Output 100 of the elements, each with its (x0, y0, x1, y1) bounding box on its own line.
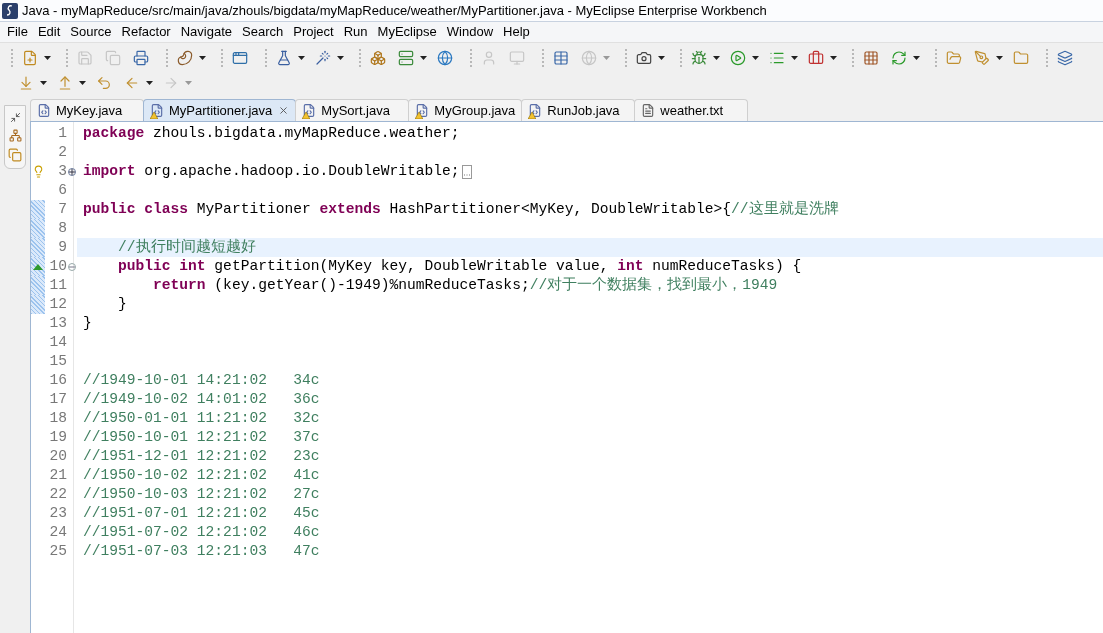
java-file-icon (302, 102, 317, 118)
code-line: //1951-12-01 12:21:02 23c (83, 447, 320, 466)
hierarchy-icon[interactable] (8, 129, 22, 142)
flask-icon (276, 49, 292, 66)
code-line: //1950-01-01 11:21:02 32c (83, 409, 320, 428)
package-explorer-icon[interactable] (8, 148, 22, 162)
expand-fold-button[interactable] (68, 167, 76, 176)
caret-icon (185, 80, 192, 85)
menu-item[interactable]: Run (338, 22, 373, 42)
play-icon (730, 49, 746, 66)
line-number: 18 (49, 409, 67, 428)
server-icon (398, 49, 414, 66)
line-number: 3 (58, 162, 67, 181)
printer-icon (133, 49, 149, 66)
code-line: //1949-10-02 14:01:02 36c (83, 390, 320, 409)
caret-icon (79, 80, 86, 85)
floppy-disks-icon (105, 49, 121, 66)
report-icon (553, 49, 569, 66)
line-number: 17 (49, 390, 67, 409)
code-line: //1951-07-01 12:21:02 45c (83, 504, 320, 523)
bug-icon (691, 49, 707, 66)
close-icon[interactable] (278, 105, 290, 116)
caret-icon (298, 55, 305, 60)
folder-open-icon (946, 49, 962, 66)
line-number: 7 (58, 200, 67, 219)
caret-icon (713, 55, 720, 60)
code-line: //1950-10-02 12:21:02 41c (83, 466, 320, 485)
menu-item[interactable]: Project (288, 22, 339, 42)
back-arrow-icon (96, 74, 112, 91)
editor-tab[interactable]: MyPartitioner.java (143, 99, 297, 121)
caret-icon (791, 55, 798, 60)
restore-icon[interactable] (9, 112, 21, 123)
line-number: 1 (58, 124, 67, 143)
pen-icon (974, 49, 990, 66)
java-file-icon (37, 102, 51, 118)
code-line: package zhouls.bigdata.myMapReduce.weather; (83, 124, 460, 143)
editor-tab[interactable]: MySort.java (295, 99, 410, 121)
toolbox-icon (808, 49, 824, 66)
line-number: 20 (49, 447, 67, 466)
warning-icon (150, 111, 158, 119)
caret-icon (44, 55, 51, 60)
menu-item[interactable]: Refactor (116, 22, 176, 42)
warning-icon (415, 111, 424, 119)
code-line: return (key.getYear()-1949)%numReduceTasks;//对于一个数据集，找到最小，1949 (152, 276, 778, 295)
bean-icon (177, 49, 193, 66)
code-line: //1950-10-03 12:21:02 27c (83, 485, 320, 504)
line-number: 24 (49, 523, 67, 542)
java-file-icon (528, 102, 543, 118)
caret-icon (603, 55, 610, 60)
caret-icon (420, 55, 427, 60)
perspective-icon (1057, 49, 1073, 66)
menu-item[interactable]: Window (441, 22, 499, 42)
editor-tab[interactable]: weather.txt (634, 99, 749, 121)
line-number: 11 (49, 276, 67, 295)
caret-icon (752, 55, 759, 60)
folded-code-marker-icon (461, 164, 472, 179)
line-number: 16 (49, 371, 67, 390)
globe-icon (437, 49, 453, 66)
line-number: 8 (58, 219, 67, 238)
menu-item[interactable]: Edit (32, 22, 66, 42)
wand-icon (315, 49, 331, 66)
editor-tab[interactable]: MyKey.java (30, 99, 144, 121)
line-number: 19 (49, 428, 67, 447)
new-file-icon (22, 49, 38, 66)
editor-tab[interactable]: MyGroup.java (408, 99, 523, 121)
line-number: 15 (49, 352, 67, 371)
deploy-icon (370, 49, 386, 66)
menu-item[interactable]: Navigate (175, 22, 237, 42)
line-number: 25 (49, 542, 67, 561)
warning-icon (528, 111, 537, 119)
code-line: import org.apache.hadoop.io.DoubleWritable; (83, 162, 460, 181)
globe-icon (581, 49, 597, 66)
caret-icon (40, 80, 47, 85)
caret-icon (996, 55, 1003, 60)
grid-icon (863, 49, 879, 66)
menu-item[interactable]: MyEclipse (372, 22, 442, 42)
code-line: //1950-10-01 12:21:02 37c (83, 428, 320, 447)
line-number: 21 (49, 466, 67, 485)
line-number: 13 (49, 314, 67, 333)
line-number: 12 (49, 295, 67, 314)
warning-icon (302, 111, 311, 119)
menu-item[interactable]: File (2, 22, 33, 42)
code-line: //执行时间越短越好 (117, 238, 256, 257)
caret-icon (199, 55, 206, 60)
code-editor[interactable] (30, 121, 1103, 633)
menu-item[interactable]: Help (498, 22, 535, 42)
line-number: 6 (58, 181, 67, 200)
java-file-icon (415, 102, 430, 118)
caret-icon (658, 55, 665, 60)
line-number: 22 (49, 485, 67, 504)
person-icon (481, 49, 497, 66)
monitor-icon (509, 49, 525, 66)
code-line: //1951-07-03 12:21:03 47c (83, 542, 320, 561)
editor-tab[interactable]: RunJob.java (521, 99, 636, 121)
java-file-icon (150, 102, 164, 118)
camera-icon (636, 49, 652, 66)
menu-item[interactable]: Search (237, 22, 289, 42)
menu-item[interactable]: Source (65, 22, 117, 42)
code-line: } (83, 314, 92, 333)
line-number: 9 (58, 238, 67, 257)
